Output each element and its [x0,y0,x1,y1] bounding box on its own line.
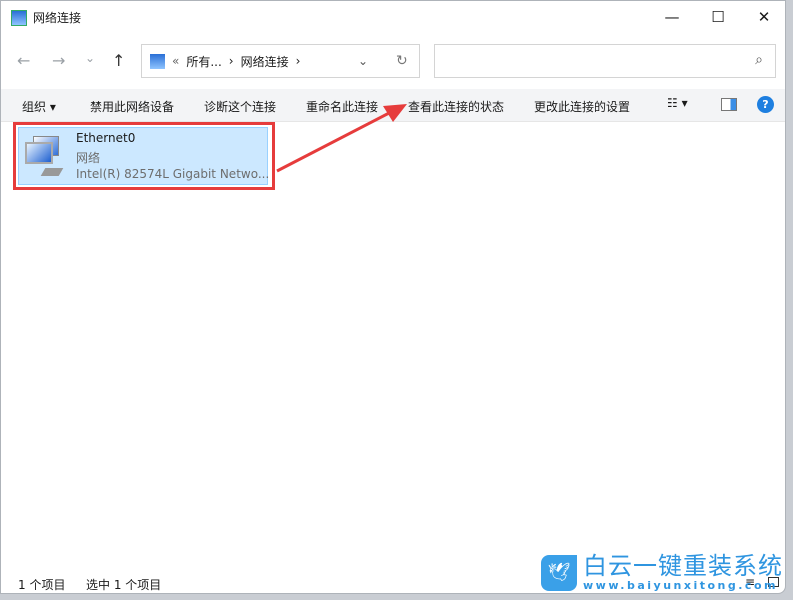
change-settings-button[interactable]: 更改此连接的设置 [534,98,630,115]
overflow-chevron[interactable]: « [172,54,179,68]
selected-count: 选中 1 个项目 [86,578,162,592]
bird-logo-icon: 🕊 [541,555,577,591]
close-button[interactable]: ✕ [741,1,785,33]
diagnose-button[interactable]: 诊断这个连接 [204,98,276,115]
forward-button[interactable]: → [52,51,65,70]
refresh-button[interactable]: ↻ [396,53,408,69]
up-button[interactable]: ↑ [112,51,125,70]
watermark-url: www.baiyunxitong.com [583,579,778,592]
address-dropdown-button[interactable]: ⌄ [358,54,368,68]
window-title: 网络连接 [33,11,82,25]
annotation-arrow [276,104,407,173]
help-button[interactable]: ? [757,96,774,113]
recent-locations-button[interactable]: ⌄ [85,51,95,65]
breadcrumb-network-connections[interactable]: 网络连接 [241,53,289,70]
network-folder-icon [11,9,27,26]
preview-pane-icon[interactable] [721,98,737,111]
search-icon: ⌕ [755,52,763,68]
maximize-button[interactable]: ☐ [695,1,741,33]
watermark: 🕊 白云一键重装系统 www.baiyunxitong.com [541,553,783,593]
search-input[interactable]: ⌕ [434,44,776,78]
network-folder-icon [150,53,165,69]
view-status-button[interactable]: 查看此连接的状态 [408,98,504,115]
organize-menu[interactable]: 组织 ▾ [22,98,56,115]
back-button[interactable]: ← [17,51,30,70]
breadcrumb-all[interactable]: 所有... [186,53,221,70]
watermark-title: 白云一键重装系统 [583,552,783,580]
organize-label: 组织 [22,100,47,114]
breadcrumb-separator[interactable]: › [229,54,234,68]
highlight-box [13,122,275,190]
title-bar: 网络连接 [11,9,81,26]
address-bar[interactable]: « 所有... › 网络连接 › ⌄ ↻ [141,44,420,78]
item-count: 1 个项目 [18,578,66,592]
view-options-icon[interactable]: ☷ ▾ [667,96,688,110]
explorer-window: 网络连接 — ☐ ✕ ← → ⌄ ↑ « 所有... › 网络连接 › ⌄ ↻ … [0,0,786,594]
minimize-button[interactable]: — [649,1,695,33]
disable-device-button[interactable]: 禁用此网络设备 [90,98,174,115]
breadcrumb-separator[interactable]: › [296,54,301,68]
